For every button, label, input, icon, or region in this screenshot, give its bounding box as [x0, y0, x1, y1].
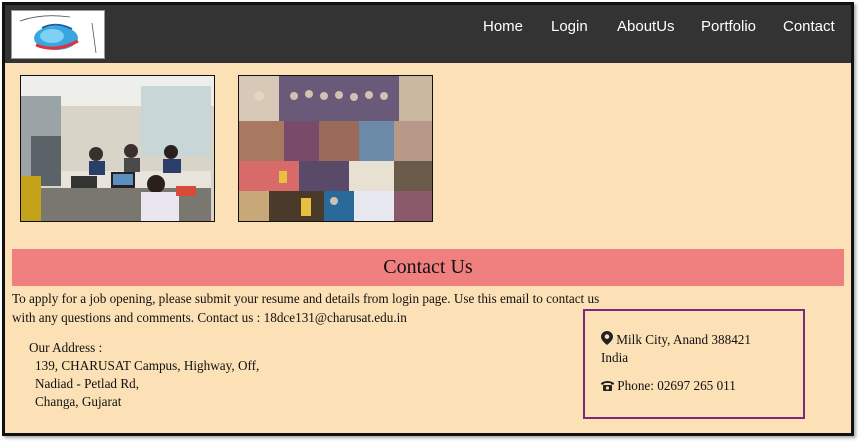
location-row: Milk City, Anand 388421: [601, 331, 751, 350]
phone-text: Phone: 02697 265 011: [617, 378, 736, 393]
navbar: Home Login AboutUs Portfolio Contact: [5, 5, 851, 63]
intro-line-1: To apply for a job opening, please submi…: [12, 291, 600, 306]
placement-collage-photo: [238, 75, 433, 222]
intro-line-2: with any questions and comments. Contact…: [12, 309, 407, 325]
address-line-1: 139, CHARUSAT Campus, Highway, Off,: [35, 358, 260, 373]
nav-contact-link[interactable]: Contact: [783, 18, 835, 36]
location-text: Milk City, Anand 388421: [616, 332, 751, 347]
phone-row: Phone: 02697 265 011: [601, 377, 736, 396]
map-marker-icon: [601, 331, 613, 350]
address-line-2: Nadiad - Petlad Rd,: [35, 376, 140, 391]
contact-intro-paragraph: To apply for a job opening, please submi…: [12, 290, 622, 327]
country-text: India: [601, 350, 629, 365]
contact-info-box: Milk City, Anand 388421 India Phone: 026…: [583, 309, 805, 419]
nav-login-link[interactable]: Login: [551, 18, 588, 36]
address-line-3: Changa, Gujarat: [35, 394, 122, 409]
lab-photo: [20, 75, 215, 222]
logo-image: [12, 11, 104, 58]
nav-home-link[interactable]: Home: [483, 18, 523, 36]
page-frame: Home Login AboutUs Portfolio Contact Con…: [2, 2, 854, 436]
logo[interactable]: [11, 10, 105, 59]
nav-portfolio-link[interactable]: Portfolio: [701, 18, 756, 36]
address-label: Our Address :: [29, 340, 103, 355]
contact-us-heading-bar: Contact Us: [12, 249, 844, 286]
contact-us-title: Contact Us: [383, 256, 473, 278]
nav-aboutus-link[interactable]: AboutUs: [617, 18, 675, 36]
telephone-icon: [601, 378, 614, 396]
